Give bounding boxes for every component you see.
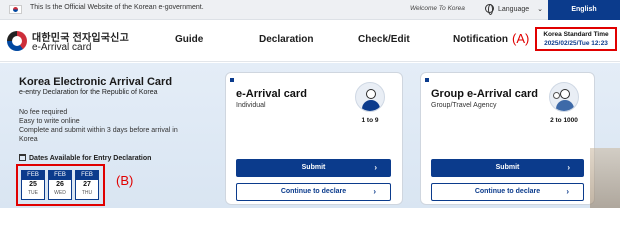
date-month: FEB: [22, 171, 44, 180]
taegeuk-logo-icon[interactable]: [7, 31, 27, 51]
welcome-text: Welcome To Korea: [410, 5, 465, 12]
language-label: Language: [498, 6, 530, 13]
chevron-down-icon: ⌄: [537, 6, 544, 13]
nav-guide[interactable]: Guide: [175, 34, 203, 45]
date-day: 27: [83, 181, 91, 188]
card-count: 1 to 9: [361, 117, 379, 124]
date-day: 25: [29, 181, 37, 188]
submit-button[interactable]: Submit ›: [236, 159, 391, 177]
gov-bar: This Is the Official Website of the Kore…: [0, 0, 620, 20]
chevron-right-icon: ›: [567, 163, 570, 172]
card-title: Group e-Arrival card: [431, 88, 538, 100]
card-corner-mark: [230, 78, 234, 82]
continue-button[interactable]: Continue to declare ›: [236, 183, 391, 201]
card-title: e-Arrival card: [236, 88, 307, 100]
hero-subtitle: e-entry Declaration for the Republic of …: [19, 89, 158, 96]
continue-label: Continue to declare: [474, 188, 541, 195]
date-weekday: TUE: [28, 190, 38, 196]
card-corner-mark: [425, 78, 429, 82]
annotation-b: (B): [116, 173, 134, 188]
korea-time-box: Korea Standard Time 2025/02/25/Tue 12:23: [535, 27, 617, 51]
card-subtitle: Individual: [236, 102, 266, 109]
submit-button[interactable]: Submit ›: [431, 159, 584, 177]
group-e-arrival-card: Group e-Arrival card Group/Travel Agency…: [420, 72, 595, 205]
logo-english-text[interactable]: e-Arrival card: [32, 42, 91, 53]
language-selector[interactable]: Language ⌄: [485, 4, 544, 15]
submit-label: Submit: [495, 164, 520, 171]
time-label: Korea Standard Time: [543, 31, 609, 38]
hero-section: Korea Electronic Arrival Card e-entry De…: [0, 63, 620, 208]
english-button[interactable]: English: [548, 0, 620, 20]
korean-flag-icon: [9, 5, 22, 14]
feature-item: No fee required: [19, 109, 68, 116]
gov-notice: This Is the Official Website of the Kore…: [30, 4, 204, 11]
feature-item: Korea: [19, 136, 38, 143]
e-arrival-card: e-Arrival card Individual 1 to 9 Submit …: [225, 72, 403, 205]
nav-declaration[interactable]: Declaration: [259, 34, 313, 45]
card-count: 2 to 1000: [550, 117, 578, 124]
hero-title: Korea Electronic Arrival Card: [19, 76, 173, 88]
group-icon: [549, 82, 579, 112]
date-day: 26: [56, 181, 64, 188]
dates-title-label: Dates Available for Entry Declaration: [29, 155, 152, 162]
date-weekday: WED: [54, 190, 66, 196]
continue-button[interactable]: Continue to declare ›: [431, 183, 584, 201]
chevron-right-icon: ›: [373, 187, 376, 196]
date-weekday: THU: [81, 190, 93, 196]
continue-label: Continue to declare: [280, 188, 347, 195]
nav-notification[interactable]: Notification: [453, 34, 508, 45]
feature-item: Easy to write online: [19, 118, 80, 125]
chevron-right-icon: ›: [566, 187, 569, 196]
dates-title: Dates Available for Entry Declaration: [19, 154, 151, 162]
person-icon: [355, 82, 385, 112]
date-chip: FEB 25 TUE: [21, 170, 45, 200]
globe-icon: [485, 4, 494, 15]
card-subtitle: Group/Travel Agency: [431, 102, 497, 109]
date-chip: FEB 27 THU: [75, 170, 99, 200]
calendar-icon: [19, 154, 26, 161]
nav-check-edit[interactable]: Check/Edit: [358, 34, 410, 45]
date-month: FEB: [49, 171, 71, 180]
date-month: FEB: [76, 171, 98, 180]
submit-label: Submit: [301, 164, 326, 171]
available-dates: FEB 25 TUE FEB 26 WED FEB 27 THU: [16, 164, 105, 206]
date-chip: FEB 26 WED: [48, 170, 72, 200]
chevron-right-icon: ›: [374, 163, 377, 172]
time-value: 2025/02/25/Tue 12:23: [544, 40, 608, 47]
annotation-a: (A): [512, 31, 530, 46]
feature-item: Complete and submit within 3 days before…: [19, 127, 178, 134]
